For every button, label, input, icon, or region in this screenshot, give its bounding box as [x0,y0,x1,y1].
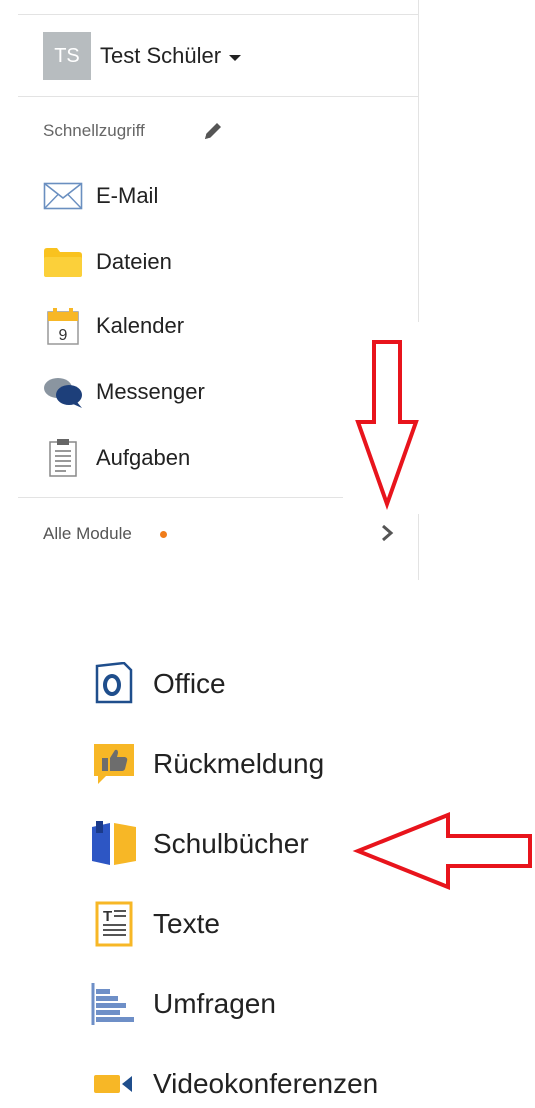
pencil-icon[interactable] [200,118,226,144]
module-label: Umfragen [153,988,276,1019]
calendar-day: 9 [59,327,68,344]
surveys-icon [90,980,138,1028]
divider-modules [18,497,343,498]
quick-item-label: Messenger [96,379,205,404]
calendar-icon: 9 [43,306,83,346]
texts-icon: T [90,900,138,948]
module-video[interactable]: Videokonferenzen [90,1060,378,1108]
panel-border-right [418,0,419,322]
quick-item-tasks[interactable]: Aufgaben [43,438,190,478]
annotation-arrow-left [352,812,532,890]
schoolbooks-icon [90,820,138,868]
quick-item-files[interactable]: Dateien [43,242,172,282]
user-name: Test Schüler [100,43,222,68]
quick-item-label: Dateien [96,249,172,274]
annotation-arrow-down [355,340,419,510]
quick-item-label: Aufgaben [96,445,191,470]
panel-border-right-lower [418,514,419,580]
quick-item-calendar[interactable]: 9 Kalender [43,306,184,346]
module-label: Rückmeldung [153,748,325,779]
quick-access-label: Schnellzugriff [43,121,145,140]
office-icon [90,660,138,708]
module-schoolbooks[interactable]: Schulbücher [90,820,309,868]
quick-item-label: E-Mail [96,183,159,208]
module-texts[interactable]: T Texte [90,900,220,948]
messenger-icon [43,372,83,412]
avatar: TS [43,32,91,80]
svg-text:T: T [103,908,112,925]
module-label: Texte [153,908,220,939]
video-icon [90,1060,138,1108]
mail-icon [43,176,83,216]
module-office[interactable]: Office [90,660,226,708]
caret-down-icon [229,54,242,61]
user-menu-button[interactable]: TS Test Schüler [43,32,242,80]
quick-item-email[interactable]: E-Mail [43,176,158,216]
module-surveys[interactable]: Umfragen [90,980,276,1028]
module-label: Videokonferenzen [153,1068,379,1099]
notification-dot-icon [159,530,167,538]
all-modules-button[interactable]: Alle Module [43,518,398,550]
quick-item-label: Kalender [96,313,185,338]
all-modules-label: Alle Module [43,524,132,543]
feedback-icon [90,740,138,788]
tasks-icon [43,438,83,478]
chevron-right-icon [380,524,394,547]
folder-icon [43,242,83,282]
module-label: Schulbücher [153,828,309,859]
module-label: Office [153,668,226,699]
divider-top [18,14,418,15]
quick-item-messenger[interactable]: Messenger [43,372,205,412]
divider-user [18,96,418,97]
module-feedback[interactable]: Rückmeldung [90,740,324,788]
